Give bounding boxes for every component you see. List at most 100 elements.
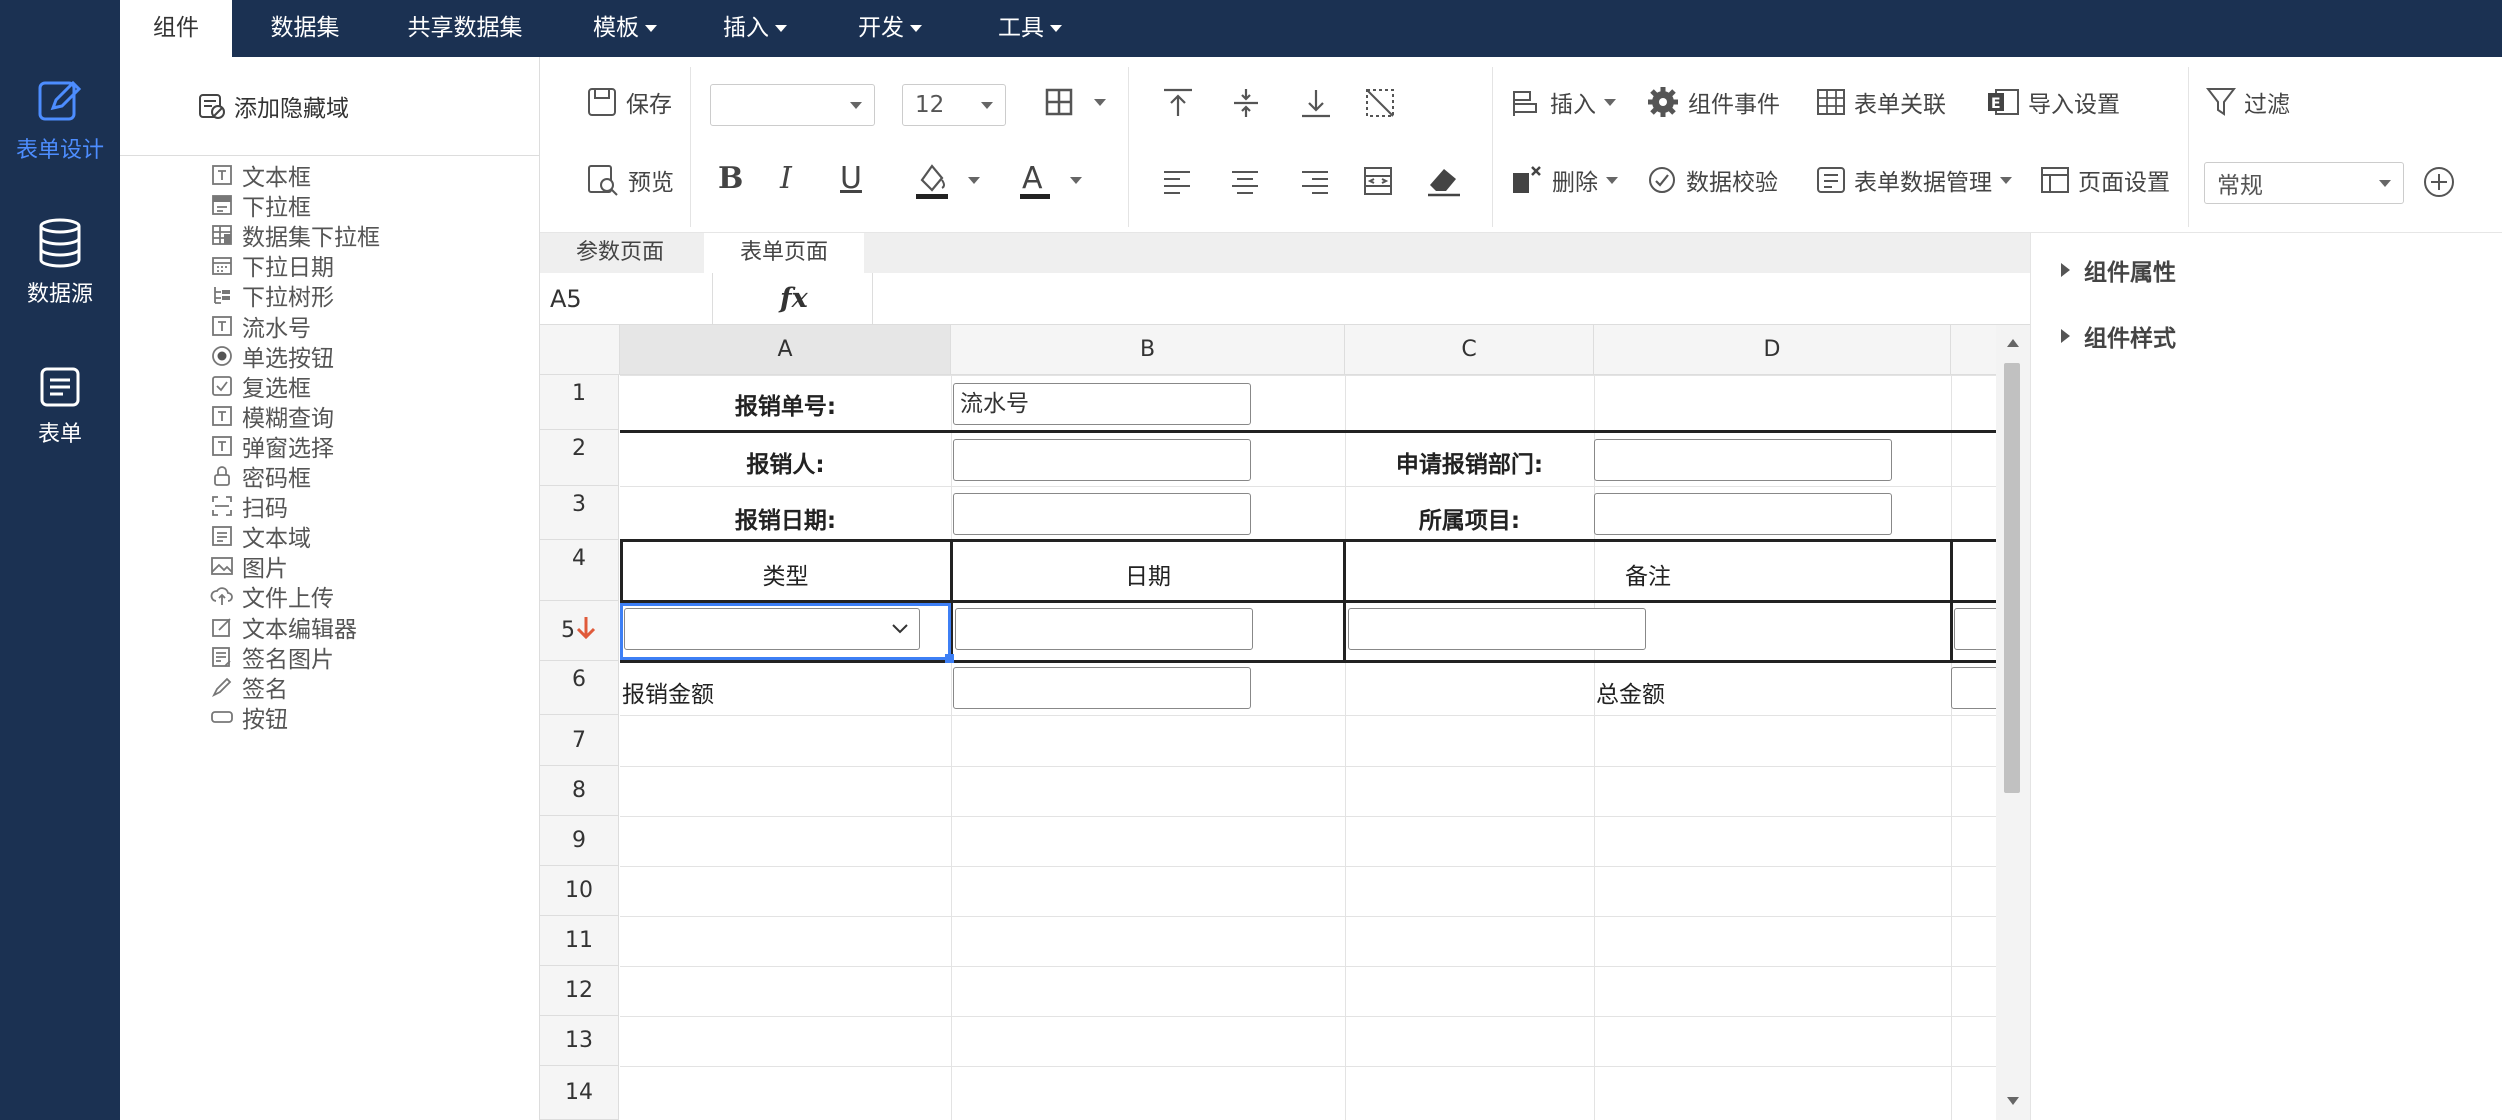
add-hidden-field-button[interactable]: 添加隐藏域 <box>198 89 349 123</box>
save-icon <box>588 88 616 116</box>
border-button[interactable] <box>1044 87 1106 117</box>
label-project: 所属项目: <box>1418 508 1521 534</box>
section-component-style[interactable]: 组件样式 <box>2061 319 2176 353</box>
align-center-icon[interactable] <box>1230 169 1260 195</box>
tab-datasets[interactable]: 数据集 <box>250 0 360 57</box>
detail-date-field[interactable] <box>955 608 1253 650</box>
preview-icon <box>588 165 618 196</box>
chevron-down-icon <box>850 101 862 109</box>
nav-form-design[interactable]: 表单设计 <box>0 78 120 164</box>
insert-button[interactable]: 插入 <box>1510 85 1616 119</box>
align-top-icon[interactable] <box>1162 87 1194 119</box>
eraser-icon[interactable] <box>1426 163 1462 197</box>
nav-datasource[interactable]: 数据源 <box>0 218 120 308</box>
date-field[interactable] <box>953 493 1251 535</box>
delete-button[interactable]: 删除 <box>1510 163 1618 197</box>
row-header[interactable]: 1 <box>540 375 619 430</box>
chevron-down-icon <box>892 624 908 634</box>
form-data-management-button[interactable]: 表单数据管理 <box>1816 163 2012 197</box>
image-icon <box>210 554 234 578</box>
font-family-select[interactable] <box>710 84 875 126</box>
scroll-up-icon[interactable] <box>2007 339 2019 347</box>
chevron-down-icon <box>1606 176 1618 184</box>
row-header[interactable]: 4 <box>540 540 619 601</box>
row-header[interactable]: 12 <box>540 966 619 1016</box>
column-header-b[interactable]: B <box>951 325 1345 375</box>
add-circle-icon[interactable] <box>2422 165 2456 199</box>
filter-button[interactable]: 过滤 <box>2206 85 2290 119</box>
component-item[interactable]: 按钮 <box>210 697 288 737</box>
border-line <box>620 430 1996 433</box>
row-header[interactable]: 9 <box>540 816 619 866</box>
row-number: 6 <box>572 667 586 692</box>
row-header[interactable]: 8 <box>540 766 619 816</box>
row-header[interactable]: 7 <box>540 715 619 766</box>
divider <box>872 273 873 325</box>
row-header[interactable]: 3 <box>540 486 619 540</box>
scroll-down-icon[interactable] <box>2007 1097 2019 1105</box>
cell-format-select[interactable]: 常规 <box>2204 162 2404 204</box>
column-header-a[interactable]: A <box>620 325 951 375</box>
row-header[interactable]: 14 <box>540 1066 619 1120</box>
row-header[interactable]: 6 <box>540 661 619 715</box>
remark-field[interactable] <box>1348 608 1646 650</box>
italic-button[interactable]: I <box>780 161 792 196</box>
row-header[interactable]: 5 <box>540 601 619 661</box>
align-right-icon[interactable] <box>1300 169 1330 195</box>
column-header-e[interactable] <box>1951 325 1996 375</box>
filter-icon <box>2206 88 2236 116</box>
applicant-field[interactable] <box>953 439 1251 481</box>
fx-icon[interactable]: fx <box>780 273 808 325</box>
tab-components[interactable]: 组件 <box>120 0 232 57</box>
total-amount-field[interactable] <box>1951 667 1996 709</box>
component-event-button[interactable]: 组件事件 <box>1646 85 1780 119</box>
extra-field[interactable] <box>1954 608 1996 650</box>
align-bottom-icon[interactable] <box>1300 87 1332 119</box>
column-header-d[interactable]: D <box>1594 325 1951 375</box>
vertical-scrollbar[interactable] <box>1996 325 2030 1120</box>
tab-parameter-page[interactable]: 参数页面 <box>540 233 700 273</box>
save-button[interactable]: 保存 <box>586 85 672 119</box>
divider <box>120 155 540 156</box>
tab-shared-datasets[interactable]: 共享数据集 <box>390 0 540 57</box>
fill-color-button[interactable] <box>914 160 980 200</box>
bold-button[interactable]: B <box>718 161 743 196</box>
project-field[interactable] <box>1594 493 1892 535</box>
section-component-properties[interactable]: 组件属性 <box>2061 253 2176 287</box>
left-nav: 表单设计 数据源 表单 <box>0 0 120 1120</box>
serial-number-field[interactable]: 流水号 <box>953 383 1251 425</box>
row-header[interactable]: 2 <box>540 430 619 486</box>
gridline <box>620 966 1996 967</box>
border-line <box>620 660 1996 663</box>
row-header[interactable]: 10 <box>540 866 619 916</box>
row-header[interactable]: 11 <box>540 916 619 966</box>
align-left-icon[interactable] <box>1162 169 1192 195</box>
merge-cells-icon[interactable] <box>1362 165 1394 197</box>
fill-handle[interactable] <box>945 654 954 663</box>
form-link-button[interactable]: 表单关联 <box>1816 85 1946 119</box>
data-validation-button[interactable]: 数据校验 <box>1646 163 1778 197</box>
page-settings-button[interactable]: 页面设置 <box>2040 163 2170 197</box>
align-middle-icon[interactable] <box>1230 87 1262 119</box>
department-field[interactable] <box>1594 439 1892 481</box>
scroll-thumb[interactable] <box>2004 363 2020 793</box>
formula-input[interactable] <box>874 273 2024 325</box>
nav-form[interactable]: 表单 <box>0 366 120 448</box>
column-header-c[interactable]: C <box>1345 325 1594 375</box>
row-header[interactable]: 13 <box>540 1016 619 1066</box>
preview-button[interactable]: 预览 <box>586 163 674 197</box>
amount-field[interactable] <box>953 667 1251 709</box>
tab-insert[interactable]: 插入 <box>700 0 810 57</box>
type-dropdown[interactable] <box>624 608 920 650</box>
tab-develop[interactable]: 开发 <box>835 0 945 57</box>
import-settings-button[interactable]: E 导入设置 <box>1986 85 2120 119</box>
cell-reference[interactable]: A5 <box>550 273 582 325</box>
font-color-button[interactable]: A <box>1018 160 1082 200</box>
clear-border-icon[interactable] <box>1364 87 1396 119</box>
underline-button[interactable]: U <box>840 161 862 196</box>
tab-form-page[interactable]: 表单页面 <box>704 233 864 273</box>
font-size-select[interactable]: 12 <box>902 84 1006 126</box>
corner-cell[interactable] <box>540 325 620 375</box>
tab-templates[interactable]: 模板 <box>570 0 680 57</box>
tab-tools[interactable]: 工具 <box>975 0 1085 57</box>
